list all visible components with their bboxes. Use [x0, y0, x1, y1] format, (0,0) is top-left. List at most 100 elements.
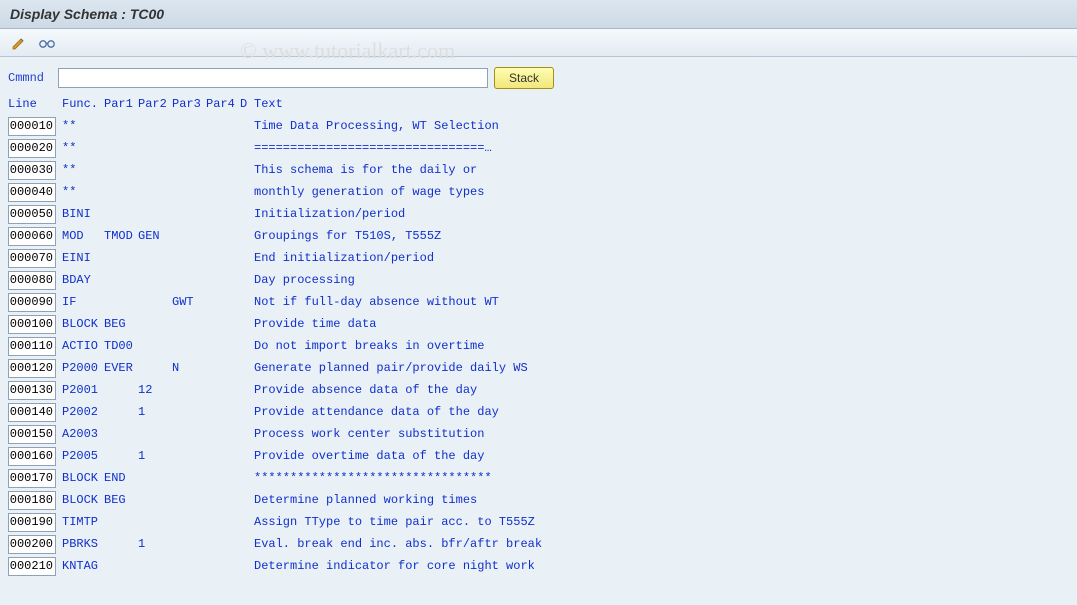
line-input[interactable]: [8, 183, 56, 202]
line-input[interactable]: [8, 557, 56, 576]
cell-func: P2001: [62, 383, 104, 397]
cell-func: EINI: [62, 251, 104, 265]
table-row: BINI Initialization/period: [8, 203, 1069, 225]
cell-text: This schema is for the daily or: [254, 163, 1069, 177]
table-row: ** ================================…: [8, 137, 1069, 159]
cell-text: monthly generation of wage types: [254, 185, 1069, 199]
cell-par1: END: [104, 471, 138, 485]
table-row: BLOCKBEGDetermine planned working times: [8, 489, 1069, 511]
cell-func: P2005: [62, 449, 104, 463]
table-row: P2001 12 Provide absence data of the day: [8, 379, 1069, 401]
line-input[interactable]: [8, 469, 56, 488]
table-row: TIMTP Assign TType to time pair acc. to T…: [8, 511, 1069, 533]
table-row: BDAYDay processing: [8, 269, 1069, 291]
line-input[interactable]: [8, 161, 56, 180]
header-par3: Par3: [172, 97, 206, 111]
cell-text: ================================…: [254, 141, 1069, 155]
cell-text: Not if full-day absence without WT: [254, 295, 1069, 309]
cell-par1: BEG: [104, 317, 138, 331]
toolbar: [0, 29, 1077, 57]
line-input[interactable]: [8, 271, 56, 290]
cell-text: Provide absence data of the day: [254, 383, 1069, 397]
cell-func: MOD: [62, 229, 104, 243]
rows-container: ** Time Data Processing, WT Selection ** ==…: [8, 115, 1069, 577]
header-d: D: [240, 97, 254, 111]
header-par4: Par4: [206, 97, 240, 111]
line-input[interactable]: [8, 117, 56, 136]
cell-func: **: [62, 141, 104, 155]
cell-func: P2002: [62, 405, 104, 419]
line-input[interactable]: [8, 359, 56, 378]
cell-func: A2003: [62, 427, 104, 441]
cell-text: Provide attendance data of the day: [254, 405, 1069, 419]
header-text: Text: [254, 97, 1069, 111]
cell-text: Provide time data: [254, 317, 1069, 331]
command-label: Cmmnd: [8, 71, 52, 85]
stack-button[interactable]: Stack: [494, 67, 554, 89]
cell-text: Day processing: [254, 273, 1069, 287]
header-line: Line: [8, 97, 62, 111]
line-input[interactable]: [8, 293, 56, 312]
cell-par1: BEG: [104, 493, 138, 507]
edit-icon[interactable]: [8, 33, 30, 53]
glasses-icon[interactable]: [36, 33, 58, 53]
cell-par2: 1: [138, 449, 172, 463]
cell-func: KNTAG: [62, 559, 104, 573]
column-headers: Line Func. Par1 Par2 Par3 Par4 D Text: [8, 95, 1069, 113]
cell-par2: 1: [138, 405, 172, 419]
header-func: Func.: [62, 97, 104, 111]
cell-par2: GEN: [138, 229, 172, 243]
table-row: A2003 Process work center substitution: [8, 423, 1069, 445]
cell-func: BLOCK: [62, 317, 104, 331]
table-row: P2000EVERNGenerate planned pair/provide …: [8, 357, 1069, 379]
cell-text: Provide overtime data of the day: [254, 449, 1069, 463]
cell-text: End initialization/period: [254, 251, 1069, 265]
line-input[interactable]: [8, 315, 56, 334]
cell-par2: 1: [138, 537, 172, 551]
header-par1: Par1: [104, 97, 138, 111]
table-row: BLOCKEND********************************…: [8, 467, 1069, 489]
table-row: ** monthly generation of wage types: [8, 181, 1069, 203]
cell-text: Process work center substitution: [254, 427, 1069, 441]
cell-text: Determine indicator for core night work: [254, 559, 1069, 573]
cell-text: Groupings for T510S, T555Z: [254, 229, 1069, 243]
line-input[interactable]: [8, 381, 56, 400]
line-input[interactable]: [8, 337, 56, 356]
cell-par3: GWT: [172, 295, 206, 309]
cell-func: **: [62, 163, 104, 177]
line-input[interactable]: [8, 403, 56, 422]
cell-text: Do not import breaks in overtime: [254, 339, 1069, 353]
table-row: EINI End initialization/period: [8, 247, 1069, 269]
line-input[interactable]: [8, 227, 56, 246]
cell-func: PBRKS: [62, 537, 104, 551]
table-row: MODTMODGENGroupings for T510S, T555Z: [8, 225, 1069, 247]
cell-text: Eval. break end inc. abs. bfr/aftr break: [254, 537, 1069, 551]
line-input[interactable]: [8, 491, 56, 510]
cell-func: **: [62, 185, 104, 199]
cell-text: Time Data Processing, WT Selection: [254, 119, 1069, 133]
cell-func: BLOCK: [62, 493, 104, 507]
table-row: ACTIOTD00Do not import breaks in overtim…: [8, 335, 1069, 357]
cell-func: BINI: [62, 207, 104, 221]
line-input[interactable]: [8, 513, 56, 532]
cell-text: Assign TType to time pair acc. to T555Z: [254, 515, 1069, 529]
line-input[interactable]: [8, 447, 56, 466]
table-row: BLOCKBEG Provide time data: [8, 313, 1069, 335]
line-input[interactable]: [8, 425, 56, 444]
cell-par3: N: [172, 361, 206, 375]
cell-func: BLOCK: [62, 471, 104, 485]
cell-par2: 12: [138, 383, 172, 397]
table-row: IFGWTNot if full-day absence without WT: [8, 291, 1069, 313]
table-row: P2002 1 Provide attendance data of the day: [8, 401, 1069, 423]
line-input[interactable]: [8, 205, 56, 224]
line-input[interactable]: [8, 139, 56, 158]
cell-func: P2000: [62, 361, 104, 375]
cell-func: TIMTP: [62, 515, 104, 529]
table-row: ** This schema is for the daily or: [8, 159, 1069, 181]
line-input[interactable]: [8, 535, 56, 554]
command-input[interactable]: [58, 68, 488, 88]
line-input[interactable]: [8, 249, 56, 268]
table-row: KNTAG Determine indicator for core night …: [8, 555, 1069, 577]
cell-text: Initialization/period: [254, 207, 1069, 221]
cell-par1: TD00: [104, 339, 138, 353]
